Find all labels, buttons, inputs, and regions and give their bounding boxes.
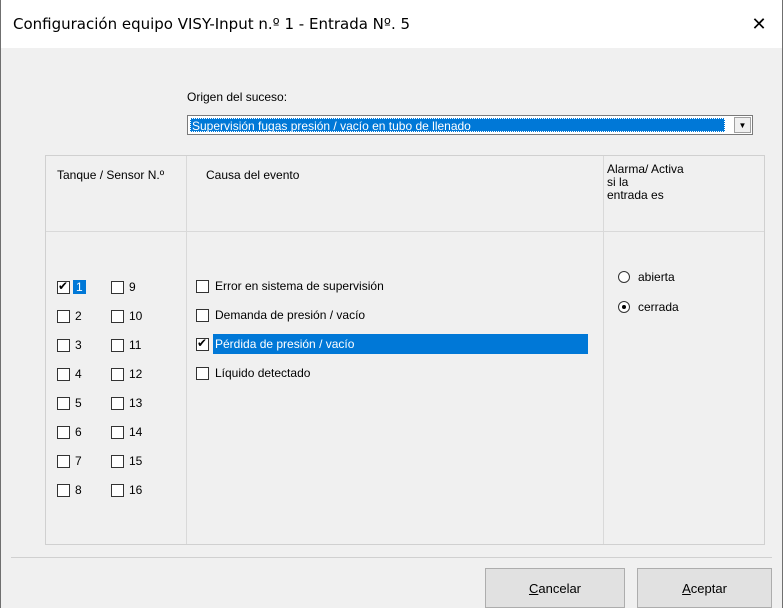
sensor-number-label: 10 (129, 309, 143, 323)
cause-checkbox-3[interactable]: Pérdida de presión / vacío (196, 334, 588, 354)
column-divider (186, 156, 187, 544)
checkbox-icon[interactable] (57, 367, 70, 381)
checkbox-icon[interactable] (111, 483, 124, 497)
checkbox-icon[interactable] (57, 396, 70, 410)
sensor-number-label: 13 (129, 396, 143, 410)
dialog-window: Configuración equipo VISY-Input n.º 1 - … (0, 0, 783, 608)
sensor-number-label: 8 (75, 483, 82, 497)
cause-label: Líquido detectado (215, 366, 311, 380)
cause-label: Pérdida de presión / vacío (213, 334, 588, 354)
origin-dropdown[interactable]: Supervisión fugas presión / vacío en tub… (187, 115, 753, 135)
accept-label: ceptar (690, 580, 727, 596)
sensor-checkbox-3[interactable]: 3 (57, 337, 82, 353)
checkbox-icon[interactable] (57, 338, 70, 352)
checkbox-icon[interactable] (57, 454, 70, 468)
accept-button[interactable]: Aceptar (637, 568, 772, 608)
checkbox-icon[interactable] (57, 483, 70, 497)
alarm-column-header: Alarma/ Activa si la entrada es (607, 163, 684, 202)
sensor-number-label: 15 (129, 454, 143, 468)
sensor-checkbox-14[interactable]: 14 (111, 424, 142, 440)
dropdown-arrow-icon[interactable]: ▼ (734, 117, 751, 133)
radio-button-icon[interactable] (618, 271, 630, 283)
sensor-number-label: 16 (129, 483, 143, 497)
title-bar: Configuración equipo VISY-Input n.º 1 - … (1, 0, 782, 48)
checkbox-icon[interactable] (111, 425, 124, 439)
checkbox-icon[interactable] (57, 425, 70, 439)
column-divider (603, 156, 604, 544)
cancel-label: ancelar (538, 580, 582, 596)
cancel-button[interactable]: Cancelar (485, 568, 625, 608)
checkbox-icon[interactable] (196, 308, 209, 322)
origin-label: Origen del suceso: (187, 90, 288, 104)
sensor-number-label: 6 (75, 425, 82, 439)
alarm-closed-radio[interactable]: cerrada (618, 299, 679, 315)
checkbox-icon[interactable] (57, 279, 70, 294)
sensor-checkbox-1[interactable]: 1 (57, 279, 86, 295)
sensor-checkbox-12[interactable]: 12 (111, 366, 142, 382)
checkbox-icon[interactable] (196, 279, 209, 293)
radio-button-icon[interactable] (618, 301, 630, 313)
sensor-number-label: 1 (73, 280, 86, 294)
checkbox-icon[interactable] (111, 280, 124, 294)
sensor-number-label: 2 (75, 309, 82, 323)
sensor-number-label: 7 (75, 454, 82, 468)
alarm-closed-label: cerrada (638, 300, 679, 314)
cause-checkbox-2[interactable]: Demanda de presión / vacío (196, 305, 367, 325)
sensor-checkbox-11[interactable]: 11 (111, 337, 141, 353)
checkbox-icon[interactable] (196, 336, 209, 351)
sensor-number-label: 11 (129, 338, 142, 352)
sensor-checkbox-4[interactable]: 4 (57, 366, 82, 382)
cause-label: Demanda de presión / vacío (215, 308, 366, 322)
sensor-checkbox-13[interactable]: 13 (111, 395, 142, 411)
header-divider (46, 231, 764, 232)
accept-mnemonic: A (682, 580, 691, 596)
sensor-checkbox-10[interactable]: 10 (111, 308, 142, 324)
sensor-checkbox-6[interactable]: 6 (57, 424, 82, 440)
sensor-checkbox-9[interactable]: 9 (111, 279, 136, 295)
window-title: Configuración equipo VISY-Input n.º 1 - … (13, 15, 411, 33)
sensor-checkbox-5[interactable]: 5 (57, 395, 82, 411)
cause-column-header: Causa del evento (206, 168, 300, 182)
dialog-client-area: Origen del suceso: Supervisión fugas pre… (11, 48, 772, 608)
alarm-open-label: abierta (638, 270, 675, 284)
checkbox-icon[interactable] (111, 454, 124, 468)
configuration-group: Tanque / Sensor N.º Causa del evento Ala… (45, 155, 765, 545)
sensor-number-label: 4 (75, 367, 82, 381)
sensor-checkbox-8[interactable]: 8 (57, 482, 82, 498)
sensor-number-label: 5 (75, 396, 82, 410)
checkbox-icon[interactable] (196, 366, 209, 380)
sensor-number-label: 3 (75, 338, 82, 352)
cause-label: Error en sistema de supervisión (215, 279, 384, 293)
close-button[interactable]: ✕ (736, 0, 782, 48)
sensor-checkbox-16[interactable]: 16 (111, 482, 142, 498)
cause-checkbox-1[interactable]: Error en sistema de supervisión (196, 276, 386, 296)
alarm-header-line: entrada es (607, 188, 664, 202)
footer-divider (11, 557, 772, 558)
origin-dropdown-value: Supervisión fugas presión / vacío en tub… (190, 118, 725, 133)
sensor-checkbox-2[interactable]: 2 (57, 308, 82, 324)
sensor-checkbox-7[interactable]: 7 (57, 453, 82, 469)
checkbox-icon[interactable] (111, 309, 124, 323)
sensor-checkbox-15[interactable]: 15 (111, 453, 142, 469)
checkbox-icon[interactable] (111, 396, 124, 410)
sensor-number-label: 9 (129, 280, 136, 294)
sensor-number-label: 12 (129, 367, 143, 381)
checkbox-icon[interactable] (111, 367, 124, 381)
checkbox-icon[interactable] (111, 338, 124, 352)
alarm-open-radio[interactable]: abierta (618, 269, 675, 285)
cancel-mnemonic: C (528, 580, 539, 596)
sensor-number-label: 14 (129, 425, 143, 439)
sensor-column-header: Tanque / Sensor N.º (57, 168, 165, 182)
checkbox-icon[interactable] (57, 309, 70, 323)
cause-checkbox-4[interactable]: Líquido detectado (196, 363, 312, 383)
